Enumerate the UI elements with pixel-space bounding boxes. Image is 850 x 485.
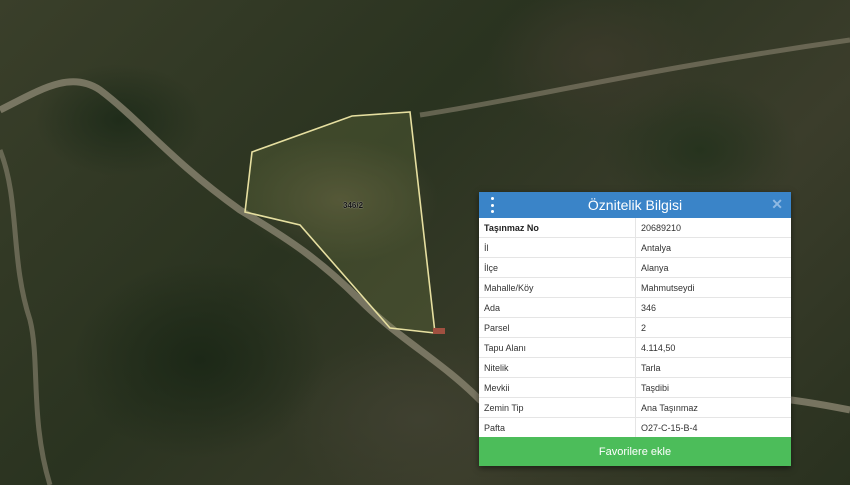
row-key: Parsel: [479, 317, 636, 338]
close-icon[interactable]: ✕: [771, 196, 783, 213]
row-key: Pafta: [479, 417, 636, 438]
attribute-panel: Öznitelik Bilgisi ✕ Taşınmaz No 20689210 İ…: [479, 192, 791, 466]
row-value: Mahmutseydi: [635, 277, 791, 298]
table-row: Ada 346: [479, 297, 791, 318]
table-row: Taşınmaz No 20689210: [479, 218, 791, 238]
attribute-table: Taşınmaz No 20689210 İl Antalya İlçe Alanya Ma…: [479, 218, 791, 438]
panel-title: Öznitelik Bilgisi: [587, 197, 683, 213]
panel-header: Öznitelik Bilgisi ✕: [479, 192, 791, 218]
row-key: Taşınmaz No: [479, 218, 636, 238]
table-row: Nitelik Tarla: [479, 357, 791, 378]
parcel-label: 346/2: [343, 201, 364, 210]
row-value: Alanya: [635, 257, 791, 278]
row-key: Nitelik: [479, 357, 636, 378]
road: [0, 149, 53, 485]
row-value: Ana Taşınmaz: [635, 397, 791, 418]
row-key: Ada: [479, 297, 636, 318]
row-value: Antalya: [635, 237, 791, 258]
parcel-boundary: [244, 111, 436, 334]
row-key: Mevkii: [479, 377, 636, 398]
row-key: Tapu Alanı: [479, 337, 636, 358]
row-value: 20689210: [635, 218, 791, 238]
vertical-dots-icon[interactable]: [489, 197, 495, 213]
row-value: 346: [635, 297, 791, 318]
row-value: Taşdibi: [635, 377, 791, 398]
table-row: Mahalle/Köy Mahmutseydi: [479, 277, 791, 298]
row-key: Zemin Tip: [479, 397, 636, 418]
road: [419, 37, 850, 118]
table-row: Mevkii Taşdibi: [479, 377, 791, 398]
row-value: Tarla: [635, 357, 791, 378]
row-key: İl: [479, 237, 636, 258]
building: [433, 328, 445, 334]
row-key: İlçe: [479, 257, 636, 278]
row-value: 2: [635, 317, 791, 338]
table-row: Tapu Alanı 4.114,50: [479, 337, 791, 358]
table-row: İlçe Alanya: [479, 257, 791, 278]
table-row: Zemin Tip Ana Taşınmaz: [479, 397, 791, 418]
row-value: O27-C-15-B-4: [635, 417, 791, 438]
row-key: Mahalle/Köy: [479, 277, 636, 298]
row-value: 4.114,50: [635, 337, 791, 358]
add-to-favorites-button[interactable]: Favorilere ekle: [479, 437, 791, 466]
table-row: Pafta O27-C-15-B-4: [479, 417, 791, 438]
table-row: İl Antalya: [479, 237, 791, 258]
table-row: Parsel 2: [479, 317, 791, 338]
